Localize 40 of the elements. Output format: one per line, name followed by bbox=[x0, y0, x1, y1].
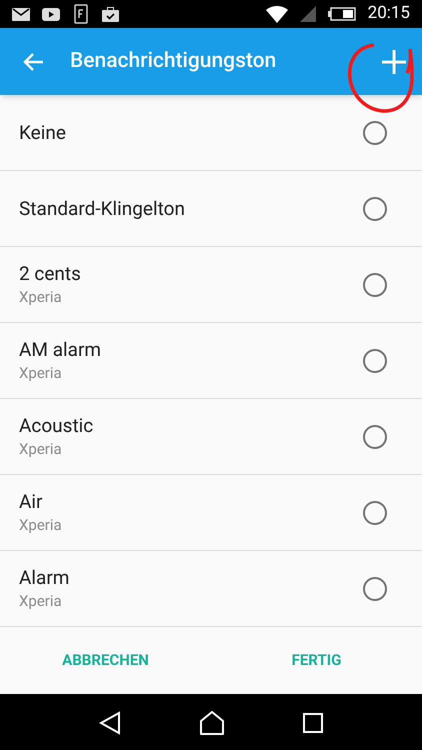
ringtone-title: Acoustic bbox=[19, 414, 94, 438]
back-arrow-icon bbox=[23, 52, 43, 70]
ringtone-item[interactable]: Alarm Xperia bbox=[0, 551, 422, 627]
battery-icon bbox=[328, 7, 356, 21]
ringtone-title: Standard-Klingelton bbox=[19, 196, 186, 220]
ringtone-title: 2 cents bbox=[19, 262, 82, 286]
home-icon[interactable] bbox=[200, 710, 224, 734]
ringtone-title: Alarm bbox=[19, 566, 70, 590]
clock: 20:15 bbox=[368, 2, 410, 26]
back-icon[interactable] bbox=[99, 710, 122, 734]
ringtone-source: Xperia bbox=[19, 362, 63, 384]
ringtone-item[interactable]: Acoustic Xperia bbox=[0, 399, 422, 475]
ringtone-source: Xperia bbox=[19, 286, 63, 308]
ringtone-title: AM alarm bbox=[19, 338, 102, 362]
ringtone-title: Air bbox=[19, 490, 44, 514]
plus-icon bbox=[382, 50, 406, 74]
ringtone-item[interactable]: AM alarm Xperia bbox=[0, 323, 422, 399]
briefcase-icon bbox=[102, 6, 119, 22]
radio-button[interactable] bbox=[363, 272, 387, 296]
phone-icon bbox=[72, 4, 90, 24]
recents-icon[interactable] bbox=[302, 712, 323, 732]
radio-button[interactable] bbox=[363, 500, 387, 524]
ringtone-source: Xperia bbox=[19, 438, 63, 460]
radio-button[interactable] bbox=[363, 120, 387, 144]
ringtone-item[interactable]: Air Xperia bbox=[0, 475, 422, 551]
radio-button[interactable] bbox=[363, 576, 387, 600]
play-icon bbox=[42, 8, 60, 20]
radio-button[interactable] bbox=[363, 196, 387, 220]
ringtone-item[interactable]: 2 cents Xperia bbox=[0, 247, 422, 323]
ringtone-item[interactable]: Keine bbox=[0, 95, 422, 171]
ringtone-source: Xperia bbox=[19, 590, 63, 612]
wifi-icon bbox=[266, 6, 288, 22]
ringtone-item[interactable]: Standard-Klingelton bbox=[0, 171, 422, 247]
mail-icon bbox=[12, 8, 30, 20]
radio-button[interactable] bbox=[363, 424, 387, 448]
ringtone-source: Xperia bbox=[19, 514, 63, 536]
app-bar-title: Benachrichtigungston bbox=[70, 48, 276, 75]
ringtone-title: Keine bbox=[19, 120, 67, 144]
signal-icon bbox=[300, 6, 316, 22]
radio-button[interactable] bbox=[363, 348, 387, 372]
